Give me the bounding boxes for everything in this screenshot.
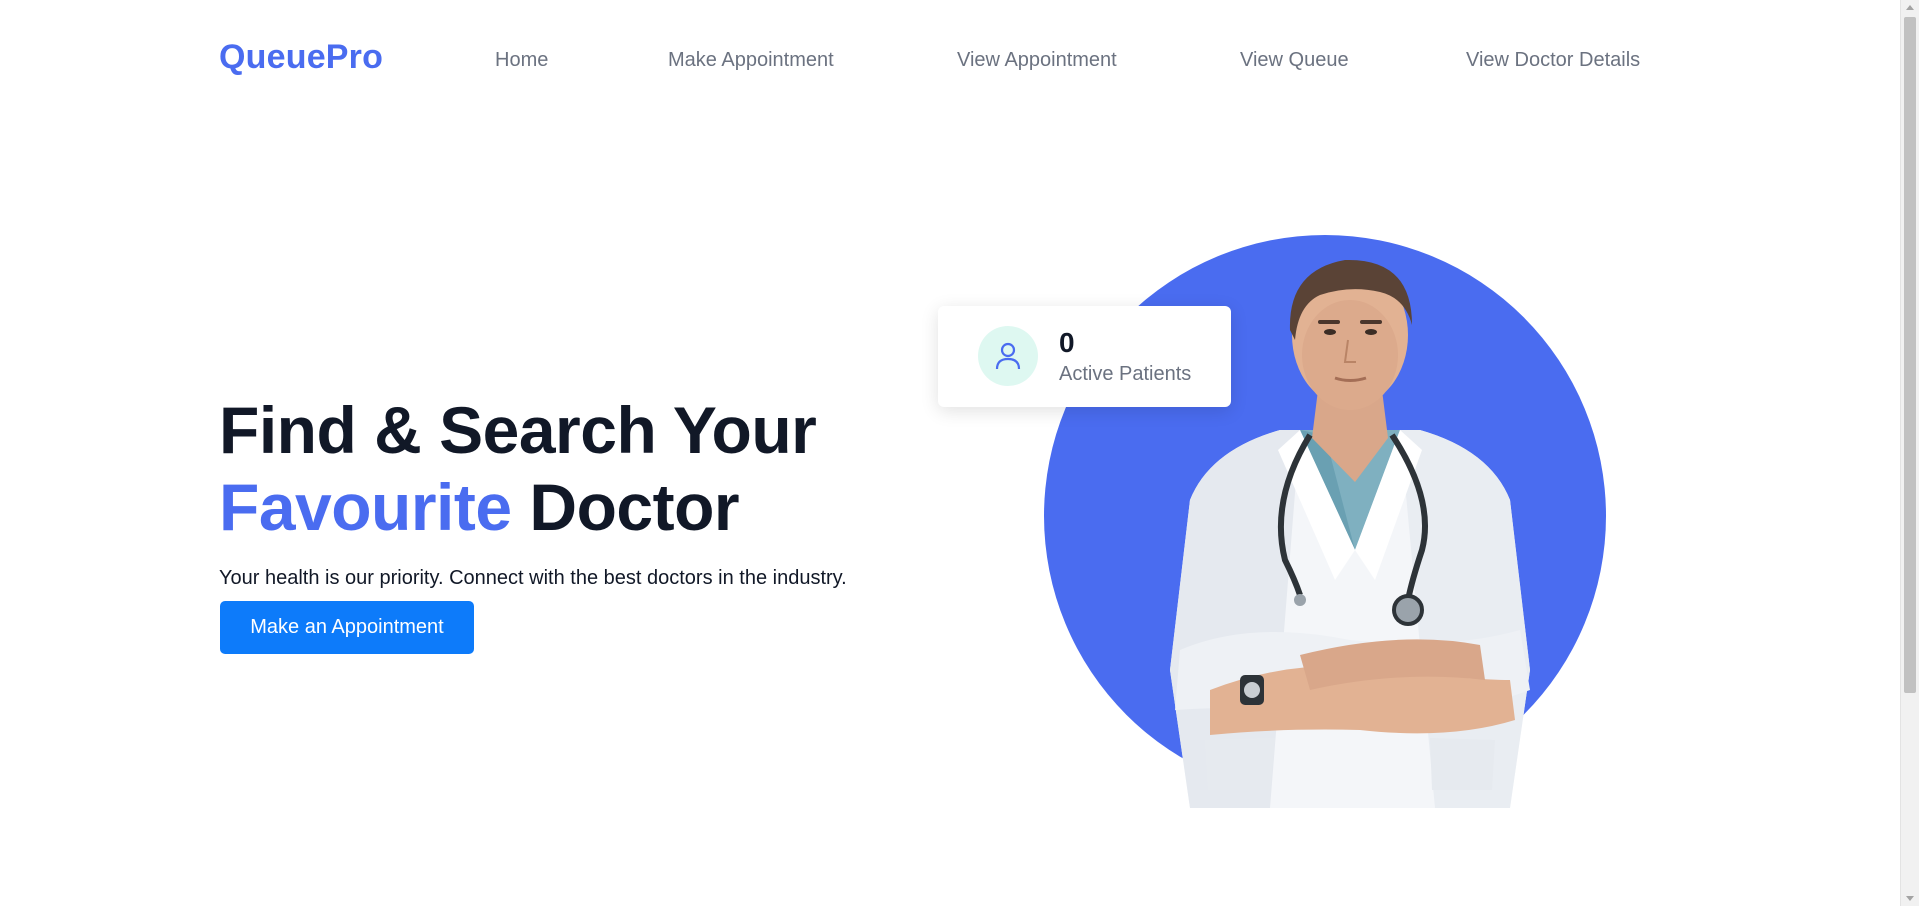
- hero-title: Find & Search Your Favourite Doctor: [219, 392, 817, 546]
- hero-title-accent: Favourite: [219, 470, 512, 544]
- active-patients-count: 0: [1059, 327, 1075, 358]
- user-icon: [978, 326, 1038, 386]
- top-navbar: QueuePro Home Make Appointment View Appo…: [0, 0, 1900, 120]
- nav-link-view-appointment[interactable]: View Appointment: [957, 49, 1117, 72]
- nav-link-make-appointment[interactable]: Make Appointment: [668, 49, 834, 72]
- nav-link-home[interactable]: Home: [495, 49, 548, 72]
- hero-title-rest: Doctor: [511, 470, 740, 544]
- vertical-scrollbar[interactable]: [1900, 0, 1919, 906]
- brand-logo[interactable]: QueuePro: [219, 38, 383, 77]
- page: QueuePro Home Make Appointment View Appo…: [0, 0, 1919, 906]
- nav-link-view-doctor-details[interactable]: View Doctor Details: [1466, 49, 1640, 72]
- hero-title-line1: Find & Search Your: [219, 393, 817, 467]
- hero-subtitle: Your health is our priority. Connect wit…: [219, 567, 847, 589]
- active-patients-card: 0 Active Patients: [938, 306, 1231, 407]
- make-appointment-button[interactable]: Make an Appointment: [220, 601, 474, 654]
- nav-link-view-queue[interactable]: View Queue: [1240, 49, 1349, 72]
- scroll-down-arrow-icon[interactable]: [1906, 896, 1914, 901]
- scroll-up-arrow-icon[interactable]: [1906, 5, 1914, 10]
- active-patients-label: Active Patients: [1059, 363, 1192, 385]
- scrollbar-thumb[interactable]: [1904, 17, 1916, 693]
